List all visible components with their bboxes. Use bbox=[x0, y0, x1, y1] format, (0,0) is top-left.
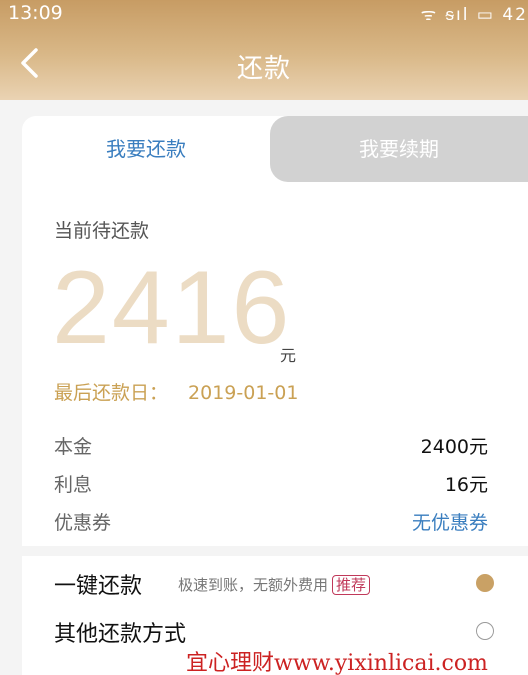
option-desc: 极速到账，无额外费用 推荐 bbox=[178, 574, 371, 595]
due-date-label: 最后还款日： bbox=[54, 382, 169, 404]
interest-row: 利息 16元 bbox=[54, 470, 488, 500]
header-bar: 13:09 ᯤ ᵴıl ▭ 42 还款 bbox=[0, 0, 528, 100]
repayment-card: 我要还款 我要续期 当前待还款 2416 元 最后还款日： 2019-01-01 … bbox=[22, 116, 528, 556]
principal-label: 本金 bbox=[54, 436, 93, 458]
tab-renew[interactable]: 我要续期 bbox=[270, 116, 528, 182]
interest-label: 利息 bbox=[54, 474, 93, 496]
option-desc-text: 极速到账，无额外费用 bbox=[178, 576, 329, 594]
section-divider bbox=[22, 546, 528, 556]
status-icons: ᯤ ᵴıl ▭ 42 bbox=[420, 5, 528, 25]
pending-label: 当前待还款 bbox=[54, 220, 150, 242]
coupon-label: 优惠券 bbox=[54, 512, 112, 534]
due-date-row: 最后还款日： 2019-01-01 bbox=[54, 378, 298, 405]
watermark: 宜心理财www.yixinlicai.com bbox=[186, 651, 488, 675]
tab-repay[interactable]: 我要还款 bbox=[22, 116, 270, 182]
option-title: 一键还款 bbox=[54, 574, 143, 599]
amount-unit: 元 bbox=[280, 346, 297, 365]
page-title: 还款 bbox=[236, 54, 291, 84]
principal-row: 本金 2400元 bbox=[54, 432, 488, 462]
interest-value: 16元 bbox=[444, 474, 488, 496]
status-bar: 13:09 ᯤ ᵴıl ▭ 42 bbox=[0, 0, 528, 30]
radio-selected-icon[interactable] bbox=[476, 574, 494, 592]
due-date-value: 2019-01-01 bbox=[188, 382, 299, 404]
coupon-row[interactable]: 优惠券 无优惠券 bbox=[54, 508, 488, 538]
option-title: 其他还款方式 bbox=[54, 622, 187, 647]
status-time: 13:09 bbox=[8, 2, 63, 24]
option-one-click-repay[interactable]: 一键还款 极速到账，无额外费用 推荐 bbox=[54, 562, 494, 606]
principal-value: 2400元 bbox=[420, 436, 488, 458]
pending-amount: 2416 bbox=[52, 250, 292, 366]
coupon-value[interactable]: 无优惠券 bbox=[412, 508, 488, 535]
radio-unselected-icon[interactable] bbox=[476, 622, 494, 640]
recommend-badge: 推荐 bbox=[332, 575, 371, 595]
